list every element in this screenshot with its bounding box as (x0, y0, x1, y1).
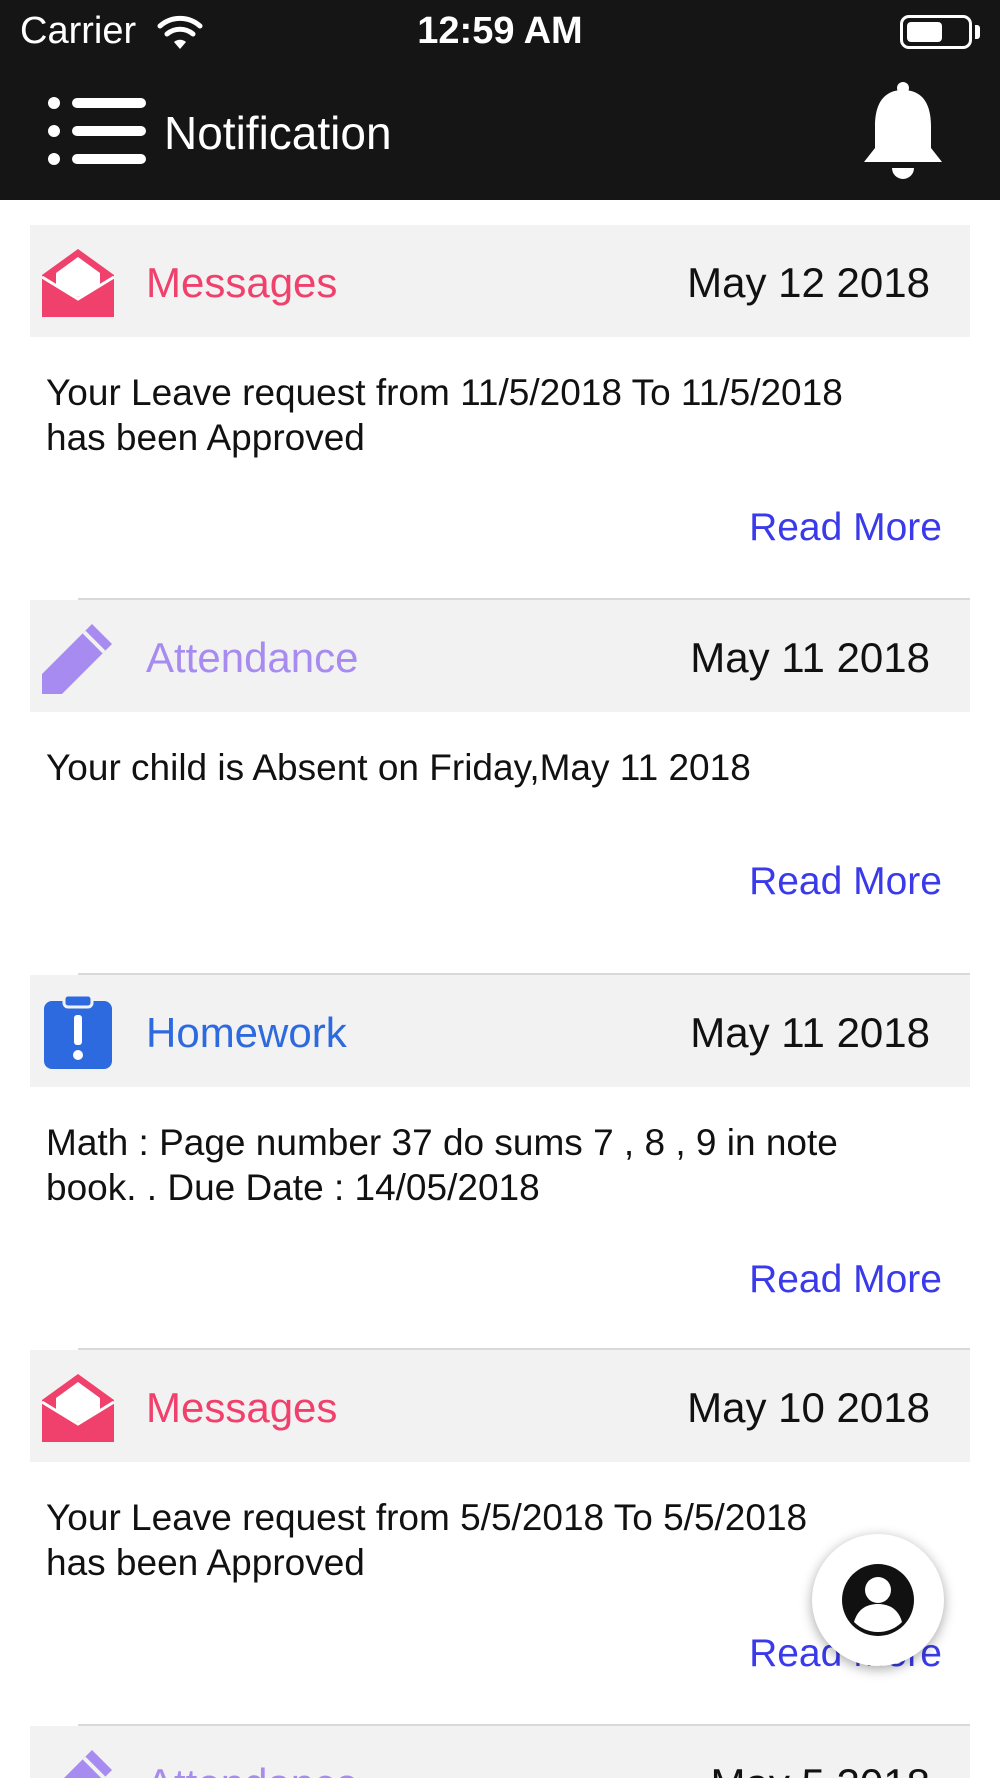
notification-body-line: book. . Due Date : 14/05/2018 (46, 1167, 540, 1208)
read-more-link[interactable]: Read More (749, 506, 942, 550)
notification-header[interactable]: Messages May 12 2018 (30, 225, 970, 337)
read-more-link[interactable]: Read More (749, 860, 942, 904)
app-header: Carrier 12:59 AM Notification (0, 0, 1000, 200)
notification-body: Your Leave request from 5/5/2018 To 5/5/… (46, 1495, 946, 1585)
notification-header[interactable]: Attendance May 11 2018 (30, 598, 970, 712)
envelope-open-icon (41, 1374, 115, 1442)
hamburger-menu-icon[interactable] (48, 96, 146, 166)
status-time: 12:59 AM (417, 10, 583, 52)
envelope-open-icon (41, 249, 115, 317)
notification-body-line: Your Leave request from 11/5/2018 To 11/… (46, 372, 843, 413)
notification-date: May 12 2018 (687, 259, 930, 306)
notification-body-line: Your Leave request from 5/5/2018 To 5/5/… (46, 1497, 808, 1538)
card-divider (78, 1348, 970, 1350)
notification-date: May 11 2018 (690, 1009, 930, 1056)
page-title: Notification (164, 107, 392, 159)
card-divider (78, 973, 970, 975)
notification-header[interactable]: Homework May 11 2018 (30, 973, 970, 1087)
notification-date: May 5 2018 (711, 1760, 930, 1778)
clipboard-alert-icon (44, 995, 112, 1069)
bell-icon[interactable] (860, 82, 946, 180)
notification-header[interactable]: Messages May 10 2018 (30, 1348, 970, 1462)
notification-category: Attendance (146, 634, 359, 681)
card-divider (78, 1724, 970, 1726)
notification-category: Messages (146, 1384, 338, 1431)
notification-category: Homework (146, 1009, 347, 1056)
notification-date: May 10 2018 (687, 1384, 930, 1431)
notification-body: Math : Page number 37 do sums 7 , 8 , 9 … (46, 1120, 946, 1210)
notification-body: Your Leave request from 11/5/2018 To 11/… (46, 370, 946, 460)
notification-body-line: has been Approved (46, 1542, 365, 1583)
notification-body-line: Your child is Absent on Friday,May 11 20… (46, 747, 751, 788)
read-more-link[interactable]: Read More (749, 1258, 942, 1302)
notification-date: May 11 2018 (690, 634, 930, 681)
notification-category: Attendance (146, 1760, 359, 1778)
profile-fab-button[interactable] (812, 1534, 944, 1666)
battery-tip (975, 25, 980, 39)
notification-category: Messages (146, 259, 338, 306)
notification-body: Your child is Absent on Friday,May 11 20… (46, 745, 946, 790)
battery-icon (900, 15, 972, 49)
pencil-icon (42, 624, 112, 694)
notification-body-line: has been Approved (46, 417, 365, 458)
user-profile-icon (842, 1564, 914, 1636)
notification-body-line: Math : Page number 37 do sums 7 , 8 , 9 … (46, 1122, 838, 1163)
pencil-icon (64, 1750, 112, 1778)
notification-header[interactable]: Attendance May 5 2018 (30, 1724, 970, 1778)
card-divider (78, 598, 970, 600)
